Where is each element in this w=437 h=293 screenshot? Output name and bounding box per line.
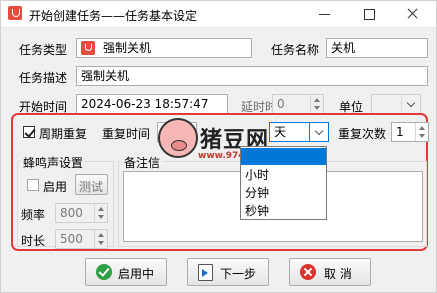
minimize-button[interactable]	[303, 1, 347, 27]
dropdown-option-hour[interactable]: 小时	[241, 166, 326, 184]
dropdown-option-minute[interactable]: 分钟	[241, 184, 326, 202]
check-icon	[96, 264, 112, 280]
next-button[interactable]: 下一步	[187, 258, 269, 286]
enable-button[interactable]: 启用中	[85, 258, 167, 286]
frequency-value: 800	[60, 206, 83, 220]
duration-value: 500	[60, 232, 83, 246]
cancel-button[interactable]: 取 消	[289, 258, 371, 286]
task-name-input[interactable]: 关机	[326, 38, 428, 58]
repeat-count-input[interactable]: 1	[391, 122, 429, 142]
spinner-arrows-icon[interactable]	[415, 123, 428, 141]
delay-time-value: 0	[277, 97, 285, 111]
unit-select[interactable]	[371, 94, 421, 114]
periodic-repeat-label: 周期重复	[39, 127, 88, 141]
test-button[interactable]: 测试	[75, 174, 108, 195]
periodic-repeat-checkbox[interactable]	[23, 126, 35, 138]
pig-logo-icon	[158, 118, 198, 158]
task-desc-input[interactable]: 强制关机	[76, 66, 428, 86]
beep-enable-label: 启用	[43, 180, 68, 194]
notes-title: 备注信	[122, 154, 163, 171]
task-setup-window: 开始创建任务——任务基本设定 任务类型 强制关机 任务名称 关机 任务描述 强制…	[0, 0, 437, 293]
next-page-icon	[198, 264, 213, 281]
close-button[interactable]	[391, 1, 435, 27]
start-time-input[interactable]: 2024-06-23 18:57:47	[76, 94, 228, 114]
test-button-label: 测试	[79, 180, 104, 194]
repeat-count-label: 重复次数	[338, 127, 387, 141]
frequency-input[interactable]: 800	[55, 203, 108, 223]
cancel-button-label: 取 消	[324, 267, 352, 281]
task-type-label: 任务类型	[19, 43, 68, 57]
beep-enable-checkbox[interactable]	[27, 179, 39, 191]
dropdown-option-second[interactable]: 秒钟	[241, 202, 326, 220]
spinner-arrows-icon[interactable]	[94, 230, 107, 248]
power-icon	[81, 41, 95, 55]
repeat-unit-dropdown-list: 小时 分钟 秒钟	[240, 146, 327, 220]
duration-input[interactable]: 500	[55, 229, 108, 249]
beep-settings-title: 蜂鸣声设置	[21, 154, 86, 171]
chevron-down-icon	[401, 95, 420, 113]
task-type-field[interactable]: 强制关机	[76, 38, 252, 58]
title-bar: 开始创建任务——任务基本设定	[1, 1, 436, 28]
power-icon	[8, 6, 22, 20]
dropdown-option-day[interactable]	[241, 148, 326, 165]
enable-button-label: 启用中	[118, 267, 155, 281]
next-button-label: 下一步	[220, 267, 257, 281]
duration-label: 时长	[21, 234, 46, 248]
task-name-label: 任务名称	[271, 43, 320, 57]
window-title: 开始创建任务——任务基本设定	[29, 9, 198, 23]
spinner-arrows-icon[interactable]	[94, 204, 107, 222]
task-desc-label: 任务描述	[19, 71, 68, 85]
maximize-button[interactable]	[347, 1, 391, 27]
chevron-down-icon	[309, 123, 328, 141]
frequency-label: 频率	[21, 208, 46, 222]
task-type-value: 强制关机	[103, 41, 152, 55]
close-icon	[300, 264, 316, 280]
repeat-count-value: 1	[396, 125, 404, 139]
delay-time-input[interactable]: 0	[272, 94, 324, 114]
repeat-interval-label: 重复时间	[102, 127, 151, 141]
spinner-arrows-icon[interactable]	[310, 95, 323, 113]
